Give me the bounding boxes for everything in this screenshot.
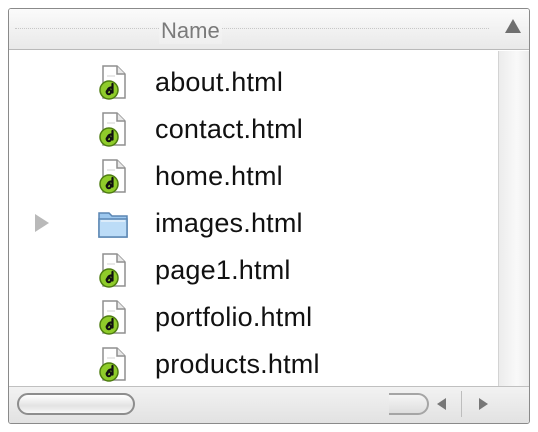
file-name-label[interactable]: about.html	[155, 67, 283, 98]
dreamweaver-document-icon[interactable]	[95, 252, 131, 288]
name-column-label: Name	[159, 18, 222, 44]
name-column-header[interactable]: Name	[9, 9, 529, 50]
file-list: about.html contact.html home.html images.ht…	[9, 51, 499, 387]
horizontal-scrollbar[interactable]	[9, 386, 529, 423]
dreamweaver-document-icon[interactable]	[95, 299, 131, 335]
file-name-label[interactable]: images.html	[155, 208, 303, 239]
file-name-label[interactable]: home.html	[155, 161, 283, 192]
dreamweaver-document-icon[interactable]	[95, 346, 131, 382]
file-row[interactable]: about.html	[9, 59, 499, 105]
disclosure-triangle-icon[interactable]	[35, 214, 49, 232]
horizontal-scroll-thumb[interactable]	[17, 393, 135, 415]
scroll-right-arrow-icon[interactable]	[479, 398, 488, 410]
file-list-window: Name about.html contact.html home.html imag…	[8, 8, 530, 424]
scroll-button-divider	[461, 391, 462, 417]
folder-icon[interactable]	[95, 205, 131, 241]
horizontal-scroll-track-end[interactable]	[389, 393, 429, 415]
file-name-label[interactable]: page1.html	[155, 255, 291, 286]
file-row[interactable]: contact.html	[9, 106, 499, 152]
file-name-label[interactable]: products.html	[155, 349, 320, 380]
header-dotted-rule	[15, 28, 489, 29]
file-name-label[interactable]: portfolio.html	[155, 302, 312, 333]
folder-row[interactable]: images.html	[9, 200, 499, 246]
file-row[interactable]: portfolio.html	[9, 294, 499, 340]
sort-ascending-icon[interactable]	[505, 19, 521, 33]
file-row[interactable]: page1.html	[9, 247, 499, 293]
dreamweaver-document-icon[interactable]	[95, 111, 131, 147]
file-name-label[interactable]: contact.html	[155, 114, 303, 145]
scroll-left-arrow-icon[interactable]	[437, 398, 446, 410]
file-row[interactable]: products.html	[9, 341, 499, 387]
vertical-scrollbar[interactable]	[498, 51, 529, 387]
dreamweaver-document-icon[interactable]	[95, 64, 131, 100]
file-row[interactable]: home.html	[9, 153, 499, 199]
dreamweaver-document-icon[interactable]	[95, 158, 131, 194]
